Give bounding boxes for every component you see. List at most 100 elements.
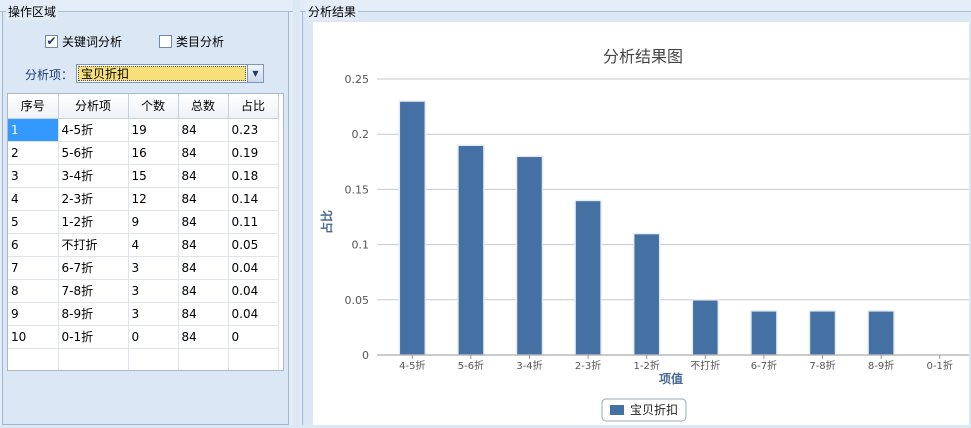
cell-count[interactable]: 9	[128, 210, 179, 234]
x-tick-label: 4-5折	[399, 359, 425, 372]
category-analysis-option[interactable]: 类目分析	[159, 33, 224, 50]
cell-index[interactable]: 5	[8, 210, 59, 234]
cell-item[interactable]: 2-3折	[58, 187, 129, 211]
x-axis-label: 项值	[659, 371, 683, 386]
x-tick-label: 1-2折	[634, 359, 660, 372]
cell-index[interactable]: 6	[8, 233, 59, 257]
table-row[interactable]: 10 0-1折 0 84 0	[8, 325, 279, 349]
cell-count[interactable]: 4	[128, 233, 179, 257]
result-chart: 分析结果图 0 0.05 0.1 0.15 0.2 0.25 4-5折 5-6折 3-4折 2-…	[313, 22, 969, 425]
table-row[interactable]: 5 1-2折 9 84 0.11	[8, 210, 279, 234]
table-row[interactable]: 1 4-5折 19 84 0.23	[8, 118, 279, 142]
cell-total[interactable]: 84	[178, 141, 229, 165]
chart-title: 分析结果图	[603, 47, 683, 66]
cell-empty[interactable]	[228, 348, 279, 370]
analysis-item-select-value[interactable]: 宝贝折扣	[78, 66, 246, 81]
cell-ratio[interactable]: 0.05	[228, 233, 279, 257]
cell-item[interactable]: 不打折	[58, 233, 129, 257]
y-tick-label: 0.05	[345, 294, 370, 307]
bar	[867, 310, 895, 356]
cell-count[interactable]: 12	[128, 187, 179, 211]
cell-ratio[interactable]: 0.14	[228, 187, 279, 211]
cell-total[interactable]: 84	[178, 233, 229, 257]
cell-total[interactable]: 84	[178, 210, 229, 234]
cell-item[interactable]: 0-1折	[58, 325, 129, 349]
table-row[interactable]: 3 3-4折 15 84 0.18	[8, 164, 279, 188]
x-tick-label: 2-3折	[575, 359, 601, 372]
bar	[515, 155, 544, 356]
cell-count[interactable]: 19	[128, 118, 179, 142]
cell-ratio[interactable]: 0.11	[228, 210, 279, 234]
column-header-total[interactable]: 总数	[178, 94, 229, 119]
cell-count[interactable]: 15	[128, 164, 179, 188]
cell-count[interactable]: 16	[128, 141, 179, 165]
operation-panel-title: 操作区域	[6, 3, 59, 20]
cell-total[interactable]: 84	[178, 325, 229, 349]
cell-item[interactable]: 1-2折	[58, 210, 129, 234]
y-tick-label: 0.25	[345, 73, 370, 86]
cell-index[interactable]: 10	[8, 325, 59, 349]
analysis-item-select[interactable]: 宝贝折扣 ▼	[76, 64, 264, 83]
cell-ratio[interactable]: 0.04	[228, 279, 279, 303]
cell-item[interactable]: 4-5折	[58, 118, 129, 142]
cell-count[interactable]: 3	[128, 279, 179, 303]
cell-empty[interactable]	[128, 348, 179, 370]
cell-empty[interactable]	[8, 348, 59, 370]
cell-item[interactable]: 5-6折	[58, 141, 129, 165]
x-tick-label: 3-4折	[516, 359, 542, 372]
legend-label: 宝贝折扣	[630, 402, 678, 417]
results-table: 序号 分析项 个数 总数 占比 1 4-5折 19 84 0.23 2 5-6折 16 84 0…	[7, 93, 284, 371]
cell-index[interactable]: 1	[8, 118, 59, 142]
cell-item[interactable]: 3-4折	[58, 164, 129, 188]
cell-index[interactable]: 4	[8, 187, 59, 211]
cell-index[interactable]: 3	[8, 164, 59, 188]
x-tick-label: 6-7折	[751, 359, 777, 372]
legend-swatch	[610, 405, 624, 415]
table-row-empty[interactable]	[8, 348, 279, 370]
cell-total[interactable]: 84	[178, 164, 229, 188]
table-row[interactable]: 4 2-3折 12 84 0.14	[8, 187, 279, 211]
cell-total[interactable]: 84	[178, 118, 229, 142]
cell-total[interactable]: 84	[178, 256, 229, 280]
chevron-down-icon[interactable]: ▼	[247, 65, 263, 82]
cell-index[interactable]: 8	[8, 279, 59, 303]
cell-total[interactable]: 84	[178, 187, 229, 211]
bar	[632, 232, 661, 356]
cell-ratio[interactable]: 0.18	[228, 164, 279, 188]
table-row[interactable]: 2 5-6折 16 84 0.19	[8, 141, 279, 165]
cell-index[interactable]: 9	[8, 302, 59, 326]
bar	[750, 310, 778, 356]
column-header-item[interactable]: 分析项	[58, 94, 129, 119]
y-tick-label: 0.1	[352, 239, 370, 252]
category-analysis-checkbox[interactable]	[159, 35, 172, 48]
cell-total[interactable]: 84	[178, 302, 229, 326]
operation-panel: 操作区域 ✔ 关键词分析 类目分析 分析项： 宝贝折扣 ▼ 序号 分析项 个数 …	[0, 0, 293, 425]
column-header-index[interactable]: 序号	[8, 94, 59, 119]
cell-count[interactable]: 3	[128, 256, 179, 280]
cell-item[interactable]: 7-8折	[58, 279, 129, 303]
table-row[interactable]: 8 7-8折 3 84 0.04	[8, 279, 279, 303]
cell-ratio[interactable]: 0.04	[228, 302, 279, 326]
cell-count[interactable]: 0	[128, 325, 179, 349]
cell-ratio[interactable]: 0.04	[228, 256, 279, 280]
column-header-count[interactable]: 个数	[128, 94, 179, 119]
cell-item[interactable]: 6-7折	[58, 256, 129, 280]
cell-total[interactable]: 84	[178, 279, 229, 303]
cell-item[interactable]: 8-9折	[58, 302, 129, 326]
cell-index[interactable]: 2	[8, 141, 59, 165]
table-row[interactable]: 6 不打折 4 84 0.05	[8, 233, 279, 257]
table-row[interactable]: 9 8-9折 3 84 0.04	[8, 302, 279, 326]
cell-ratio[interactable]: 0.19	[228, 141, 279, 165]
cell-ratio[interactable]: 0.23	[228, 118, 279, 142]
keyword-analysis-option[interactable]: ✔ 关键词分析	[45, 33, 122, 50]
column-header-ratio[interactable]: 占比	[228, 94, 279, 119]
cell-count[interactable]: 3	[128, 302, 179, 326]
cell-empty[interactable]	[58, 348, 129, 370]
keyword-analysis-checkbox[interactable]: ✔	[45, 35, 58, 48]
table-row[interactable]: 7 6-7折 3 84 0.04	[8, 256, 279, 280]
cell-index[interactable]: 7	[8, 256, 59, 280]
cell-ratio[interactable]: 0	[228, 325, 279, 349]
cell-empty[interactable]	[178, 348, 229, 370]
y-tick-label: 0	[362, 349, 369, 362]
bar	[574, 199, 602, 356]
